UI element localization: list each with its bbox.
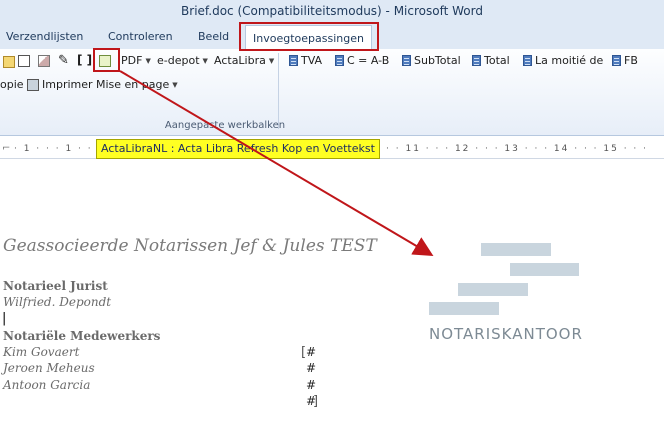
annotation-arrow: [119, 70, 434, 257]
annotation-arrows: [119, 70, 434, 257]
